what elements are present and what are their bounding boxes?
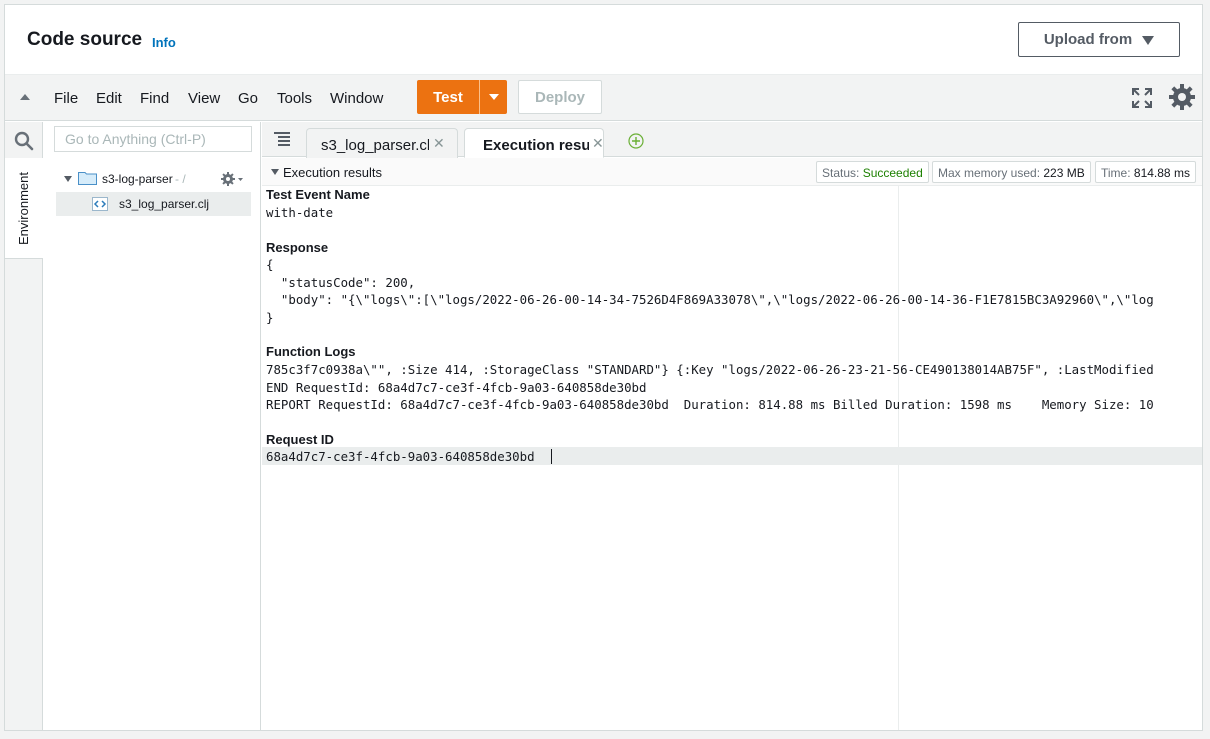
tab-execution-results[interactable]: Execution results ✕ bbox=[464, 128, 604, 158]
text-cursor bbox=[551, 449, 552, 464]
test-button[interactable]: Test bbox=[417, 80, 480, 114]
environment-tab-label: Environment bbox=[16, 172, 31, 245]
test-dropdown-button[interactable] bbox=[480, 80, 507, 114]
search-icon[interactable] bbox=[14, 131, 34, 151]
time-badge: Time: 814.88 ms bbox=[1095, 161, 1196, 183]
panel-header: Code source Info Upload from bbox=[5, 5, 1202, 75]
response-line: } bbox=[266, 309, 274, 325]
execution-output[interactable]: Test Event Name with-date Response { "st… bbox=[262, 186, 1202, 730]
menu-edit[interactable]: Edit bbox=[96, 90, 122, 107]
function-log-line: REPORT RequestId: 68a4d7c7-ce3f-4fcb-9a0… bbox=[266, 397, 1154, 412]
test-button-group: Test bbox=[417, 80, 507, 114]
menu-find[interactable]: Find bbox=[140, 90, 169, 107]
response-line: "body": "{\"logs\":[\"logs/2022-06-26-00… bbox=[266, 292, 1154, 307]
upload-from-button[interactable]: Upload from bbox=[1018, 22, 1180, 57]
close-icon[interactable]: ✕ bbox=[433, 135, 445, 152]
response-line: "statusCode": 200, bbox=[266, 274, 416, 290]
menu-view[interactable]: View bbox=[188, 90, 220, 107]
info-link[interactable]: Info bbox=[152, 35, 176, 50]
menu-file[interactable]: File bbox=[54, 90, 78, 107]
menu-window[interactable]: Window bbox=[330, 90, 383, 107]
function-log-line: END RequestId: 68a4d7c7-ce3f-4fcb-9a03-6… bbox=[266, 379, 647, 395]
fullscreen-icon[interactable] bbox=[1131, 87, 1153, 109]
file-label: s3_log_parser.clj bbox=[119, 197, 210, 211]
editor-area: s3_log_parser.clj ✕ Execution results ✕ … bbox=[262, 122, 1202, 730]
page-title: Code source bbox=[27, 29, 143, 50]
test-event-heading: Test Event Name bbox=[266, 187, 370, 202]
tab-s3-log-parser[interactable]: s3_log_parser.clj ✕ bbox=[306, 128, 458, 158]
time-label: Time: bbox=[1101, 166, 1131, 180]
tab-label: Execution results bbox=[483, 137, 589, 154]
root-folder-path: - / bbox=[175, 172, 186, 186]
folder-settings-gear-icon[interactable] bbox=[220, 171, 244, 187]
caret-down-icon bbox=[1142, 35, 1155, 45]
left-icon-strip: Environment bbox=[5, 122, 43, 730]
status-value: Succeeded bbox=[862, 166, 923, 180]
tree-file-item[interactable]: s3_log_parser.clj bbox=[56, 192, 251, 216]
status-badge: Status: Succeeded bbox=[816, 161, 929, 183]
execution-results-bar: Execution results Status: Succeeded Max … bbox=[262, 158, 1202, 186]
ide-menubar: File Edit Find View Go Tools Window Test… bbox=[5, 75, 1202, 121]
folder-icon bbox=[78, 172, 97, 185]
editor-tab-bar: s3_log_parser.clj ✕ Execution results ✕ bbox=[262, 122, 1202, 158]
request-id-value: 68a4d7c7-ce3f-4fcb-9a03-640858de30bd bbox=[266, 449, 535, 464]
menu-tools[interactable]: Tools bbox=[277, 90, 312, 107]
response-heading: Response bbox=[266, 240, 329, 255]
collapse-results-icon[interactable] bbox=[271, 169, 279, 175]
response-line: { bbox=[266, 257, 274, 272]
add-tab-icon[interactable] bbox=[628, 133, 644, 149]
memory-label: Max memory used: bbox=[938, 166, 1041, 180]
code-file-icon bbox=[92, 197, 108, 211]
function-log-line: 785c3f7c0938a\"", :Size 414, :StorageCla… bbox=[266, 362, 1154, 377]
menu-go[interactable]: Go bbox=[238, 90, 258, 107]
settings-gear-icon[interactable] bbox=[1168, 83, 1196, 111]
memory-value: 223 MB bbox=[1043, 166, 1085, 180]
environment-tab[interactable]: Environment bbox=[5, 158, 43, 259]
file-tree-panel: s3-log-parser - / bbox=[44, 122, 261, 730]
status-label: Status: bbox=[822, 166, 860, 180]
code-source-panel: Code source Info Upload from File Edit F… bbox=[4, 4, 1203, 731]
tree-root-folder[interactable]: s3-log-parser - / bbox=[44, 167, 260, 191]
memory-badge: Max memory used: 223 MB bbox=[932, 161, 1091, 183]
function-logs-heading: Function Logs bbox=[266, 344, 356, 359]
close-icon[interactable]: ✕ bbox=[592, 135, 604, 152]
request-id-heading: Request ID bbox=[266, 432, 334, 447]
tab-list-menu-icon[interactable] bbox=[274, 132, 290, 146]
expand-arrow-icon[interactable] bbox=[64, 176, 72, 182]
collapse-up-icon[interactable] bbox=[20, 94, 30, 100]
caret-down-icon bbox=[488, 94, 499, 100]
time-value: 814.88 ms bbox=[1133, 166, 1190, 180]
upload-from-label: Upload from bbox=[1043, 31, 1133, 48]
root-folder-label: s3-log-parser bbox=[102, 172, 173, 186]
tab-label: s3_log_parser.clj bbox=[321, 137, 429, 154]
go-to-anything-input[interactable] bbox=[54, 126, 252, 152]
test-event-value: with-date bbox=[266, 205, 334, 220]
deploy-button[interactable]: Deploy bbox=[518, 80, 602, 114]
execution-results-title: Execution results bbox=[283, 165, 382, 180]
